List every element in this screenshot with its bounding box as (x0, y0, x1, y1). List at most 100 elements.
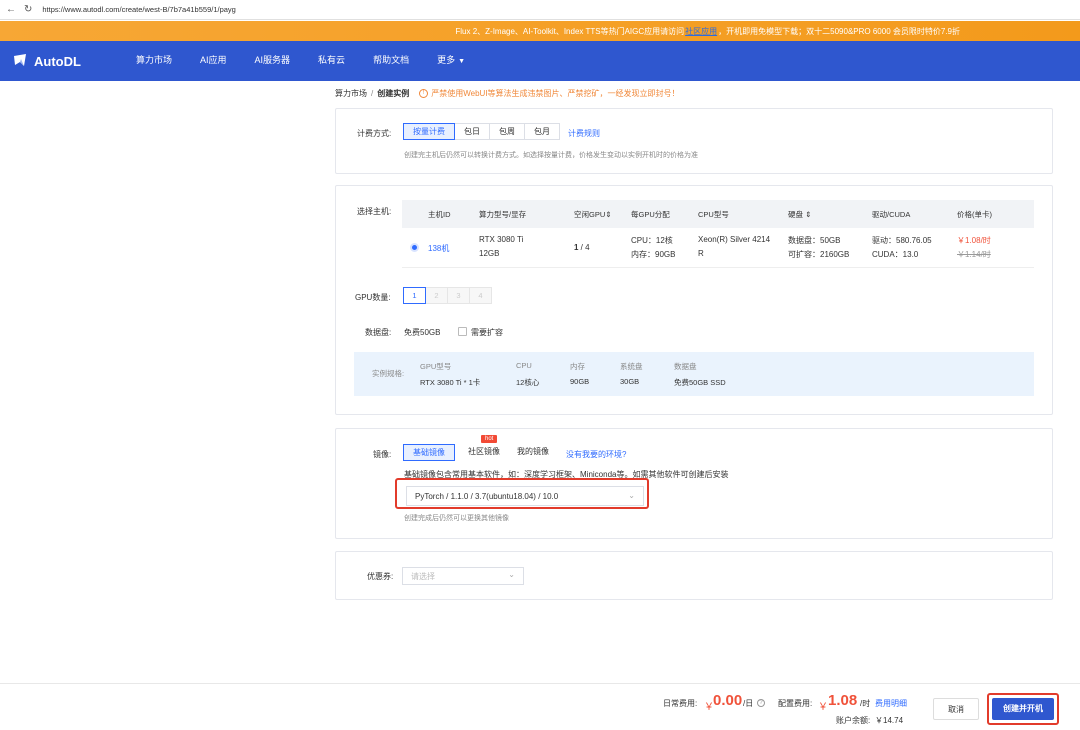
refresh-icon[interactable]: ↻ (24, 4, 32, 15)
billing-card: 计费方式: 按量计费 包日 包周 包月 计费规则 创建完主机后仍然可以转换计费方… (335, 108, 1053, 174)
gpu-memory: 12GB (479, 249, 500, 258)
balance-label: 账户余额: (836, 716, 871, 725)
announcement-text-post: ，开机即用免模型下载；双十二5090&PRO 6000 会员限时特价7.9折 (718, 26, 960, 36)
spec-data-disk-title: 数据盘 (674, 362, 697, 371)
gpu-count-2[interactable]: 2 (425, 287, 448, 304)
gpu-count-1[interactable]: 1 (403, 287, 426, 304)
back-icon[interactable]: ← (6, 4, 16, 15)
billing-option-payg[interactable]: 按量计费 (403, 123, 455, 140)
free-gpu: 1 / 4 (574, 243, 590, 252)
spec-system-disk-title: 系统盘 (620, 362, 643, 371)
col-free-gpu[interactable]: 空闲GPU⇕ (574, 209, 612, 220)
missing-environment-link[interactable]: 没有我要的环境? (566, 449, 626, 460)
gpu-count-4[interactable]: 4 (469, 287, 492, 304)
price: ￥1.08/时 (957, 236, 991, 245)
breadcrumb-current: 创建实例 (377, 89, 410, 98)
data-disk-free: 免费50GB (404, 328, 441, 337)
instance-spec-panel: 实例规格: GPU型号 RTX 3080 Ti * 1卡 CPU 12核心 内存… (354, 352, 1034, 396)
host-label: 选择主机: (357, 207, 392, 216)
col-host-id: 主机ID (428, 209, 451, 219)
cancel-button[interactable]: 取消 (933, 698, 979, 720)
spec-system-disk-value: 30GB (620, 377, 640, 386)
breadcrumb-separator: / (371, 89, 374, 98)
daily-cost-label: 日常费用: (663, 699, 698, 708)
coupon-placeholder: 请选择 (411, 571, 435, 581)
nav-item-private-cloud[interactable]: 私有云 (304, 40, 359, 82)
cuda-version: CUDA：13.0 (872, 250, 919, 259)
gpu-count-3[interactable]: 3 (447, 287, 470, 304)
create-button-highlight (987, 693, 1059, 725)
sort-icon: ⇕ (805, 209, 812, 219)
cost-detail-link[interactable]: 费用明细 (875, 698, 907, 709)
nav-item-docs[interactable]: 帮助文档 (359, 40, 423, 82)
data-disk-label: 数据盘: (365, 328, 392, 337)
image-tabs: 基础镜像 社区镜像 我的镜像 (403, 444, 558, 461)
balance-value: ￥14.74 (875, 716, 904, 725)
tab-my-image[interactable]: 我的镜像 (508, 444, 558, 461)
config-cost-currency: ￥ (818, 702, 828, 713)
image-select-highlight (395, 478, 649, 509)
billing-option-monthly[interactable]: 包月 (524, 123, 560, 140)
billing-options: 按量计费 包日 包周 包月 (403, 123, 560, 140)
col-driver: 驱动/CUDA (872, 209, 911, 219)
free-gpu-total: / 4 (578, 243, 590, 252)
col-per-gpu: 每GPU分配 (631, 209, 670, 219)
host-card: 选择主机: 主机ID 算力型号/显存 空闲GPU⇕ 每GPU分配 CPU型号 硬… (335, 185, 1053, 415)
coupon-select[interactable]: 请选择 ⌄ (402, 567, 524, 585)
spec-gpu-title: GPU型号 (420, 362, 452, 371)
help-icon[interactable]: ? (757, 699, 765, 707)
col-disk-label: 硬盘 (788, 209, 803, 219)
nav-item-ai-apps[interactable]: AI应用 (186, 40, 241, 82)
spec-label: 实例规格: (372, 369, 405, 378)
expand-disk-checkbox[interactable] (458, 327, 467, 336)
warning-icon: ! (419, 89, 429, 98)
announcement-text-pre: Flux 2、Z-Image、AI-Toolkit、Index TTS等热门AI… (455, 26, 685, 36)
alloc-memory: 内存：90GB (631, 250, 676, 259)
spec-cpu-value: 12核心 (516, 378, 540, 387)
config-cost-unit: /时 (860, 699, 871, 708)
cpu-model: Xeon(R) Silver 4214 (698, 235, 771, 244)
spec-memory-title: 内存 (570, 362, 585, 371)
gpu-count-label: GPU数量: (355, 293, 391, 302)
data-disk: 数据盘：50GB (788, 236, 841, 245)
host-table: 主机ID 算力型号/显存 空闲GPU⇕ 每GPU分配 CPU型号 硬盘 ⇕ 驱动… (402, 200, 1034, 268)
hot-badge: hot (481, 435, 498, 443)
col-gpu-model: 算力型号/显存 (479, 209, 527, 219)
tab-base-image[interactable]: 基础镜像 (403, 444, 455, 461)
old-price: ￥1.14/时 (957, 250, 991, 259)
host-table-header: 主机ID 算力型号/显存 空闲GPU⇕ 每GPU分配 CPU型号 硬盘 ⇕ 驱动… (402, 200, 1034, 228)
image-label: 镜像: (373, 450, 392, 459)
host-radio-selected[interactable] (410, 243, 419, 252)
breadcrumb-parent[interactable]: 算力市场 (335, 88, 367, 99)
col-disk[interactable]: 硬盘 ⇕ (788, 209, 811, 220)
image-hint: 创建完成后仍然可以更换其他镜像 (404, 515, 509, 522)
top-navigation: AutoDL 算力市场 AI应用 AI服务器 私有云 帮助文档 更多 ▼ (0, 41, 1080, 81)
address-field[interactable]: https://www.autodl.com/create/west-B/7b7… (42, 5, 235, 14)
config-cost-label: 配置费用: (778, 699, 813, 708)
expand-disk-label[interactable]: 需要扩容 (471, 327, 503, 338)
billing-rules-link[interactable]: 计费规则 (568, 128, 600, 139)
tab-community-image[interactable]: 社区镜像 (459, 444, 509, 461)
announcement-link[interactable]: 社区应用 (685, 26, 717, 37)
coupon-label: 优惠券: (367, 572, 394, 581)
nav-item-more[interactable]: 更多 ▼ (423, 40, 479, 82)
main-menu: 算力市场 AI应用 AI服务器 私有云 帮助文档 更多 ▼ (122, 40, 479, 82)
spec-memory-value: 90GB (570, 377, 590, 386)
cpu-model-suffix: R (698, 249, 704, 258)
spec-gpu-value: RTX 3080 Ti * 1卡 (420, 378, 481, 387)
spec-cpu-title: CPU (516, 361, 532, 370)
table-row[interactable]: 138机 RTX 3080 Ti 12GB 1 / 4 CPU：12核 内存：9… (402, 228, 1034, 268)
billing-option-weekly[interactable]: 包周 (489, 123, 525, 140)
nav-item-more-label: 更多 (437, 55, 456, 65)
col-price: 价格(单卡) (957, 209, 992, 219)
autodl-logo-icon (14, 54, 26, 66)
expandable-disk: 可扩容：2160GB (788, 250, 850, 259)
sort-icon: ⇕ (605, 209, 612, 219)
logo[interactable]: AutoDL (12, 53, 122, 69)
nav-item-market[interactable]: 算力市场 (122, 40, 186, 82)
host-id[interactable]: 138机 (428, 243, 449, 254)
billing-option-daily[interactable]: 包日 (454, 123, 490, 140)
nav-item-ai-servers[interactable]: AI服务器 (241, 40, 305, 82)
gpu-count-selector: 1 2 3 4 (403, 287, 492, 304)
breadcrumb: 算力市场 / 创建实例 ! 严禁使用WebUI等算法生成违禁图片、严禁挖矿，一经… (335, 88, 680, 99)
